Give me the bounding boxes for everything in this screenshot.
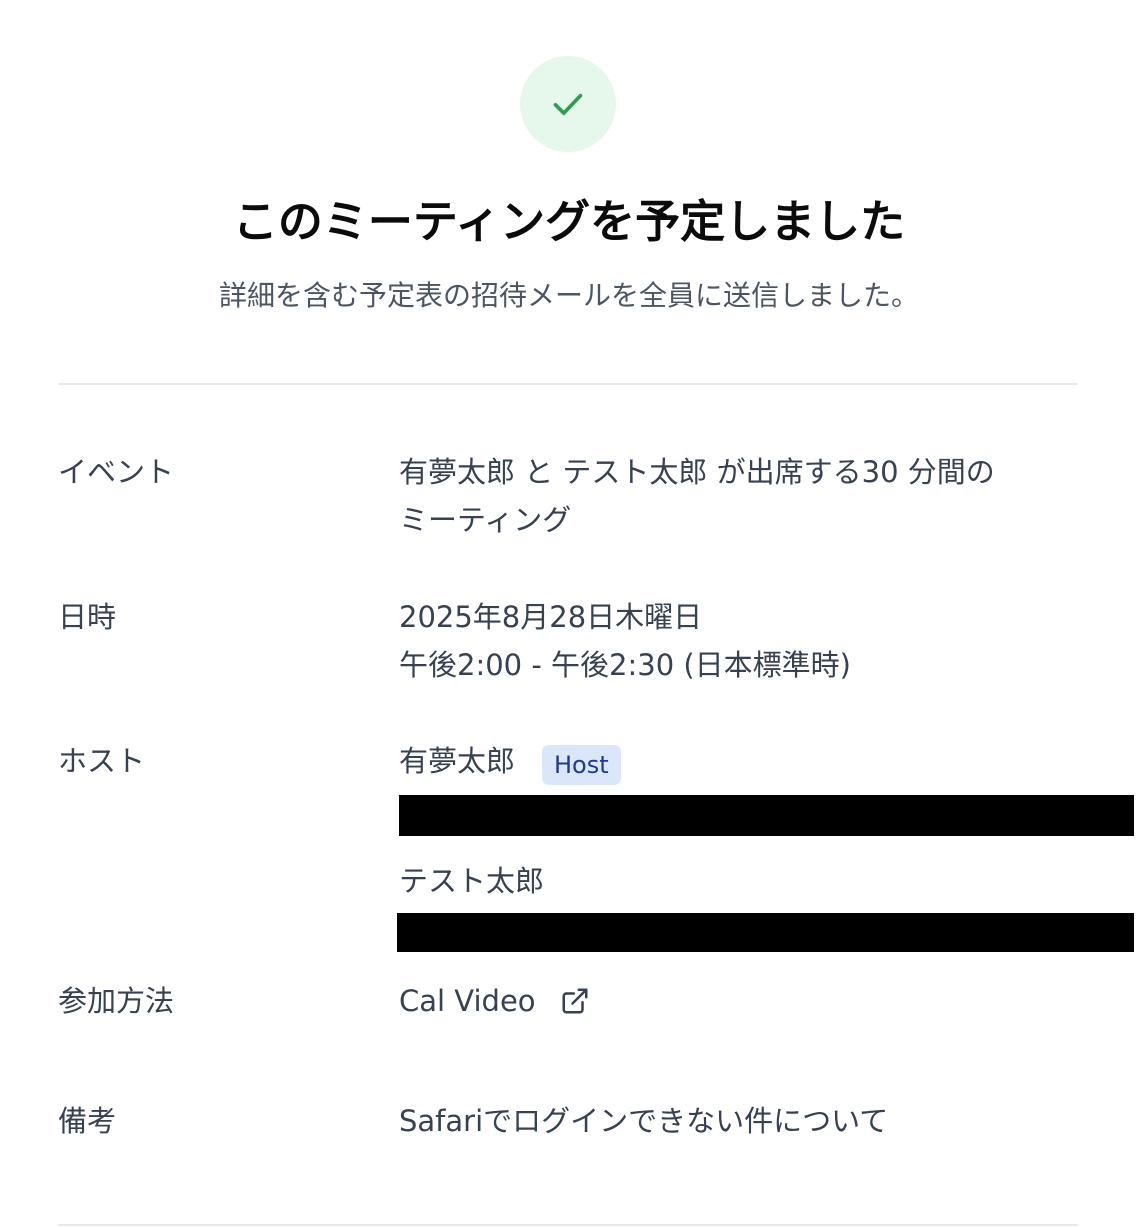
event-date: 2025年8月28日木曜日 xyxy=(399,600,703,634)
event-time: 午後2:00 - 午後2:30 (日本標準時) xyxy=(399,648,851,682)
location-label: 参加方法 xyxy=(58,984,175,1018)
redacted-host-email xyxy=(399,795,1134,836)
event-label: イベント xyxy=(58,455,175,489)
page-subtitle: 詳細を含む予定表の招待メールを全員に送信しました。 xyxy=(218,279,919,312)
location-link[interactable]: Cal Video xyxy=(399,977,536,1025)
attendee-name: テスト太郎 xyxy=(399,864,545,898)
host-badge: Host xyxy=(542,745,621,785)
check-icon xyxy=(553,93,583,115)
event-title-line2: ミーティング xyxy=(399,503,572,537)
event-title-line1: 有夢太郎 と テスト太郎 が出席する30 分間の xyxy=(399,455,995,489)
host-name: 有夢太郎 xyxy=(399,744,516,778)
host-label: ホスト xyxy=(58,744,146,778)
notes-label: 備考 xyxy=(58,1104,117,1138)
page-title: このミーティングを予定しました xyxy=(232,195,906,248)
redacted-attendee-email xyxy=(397,913,1134,952)
success-check-circle xyxy=(520,56,616,152)
external-link-icon[interactable] xyxy=(560,986,590,1016)
datetime-label: 日時 xyxy=(58,600,117,634)
top-divider xyxy=(58,383,1078,385)
bottom-divider xyxy=(58,1224,1078,1226)
notes-value: Safariでログインできない件について xyxy=(399,1104,889,1138)
